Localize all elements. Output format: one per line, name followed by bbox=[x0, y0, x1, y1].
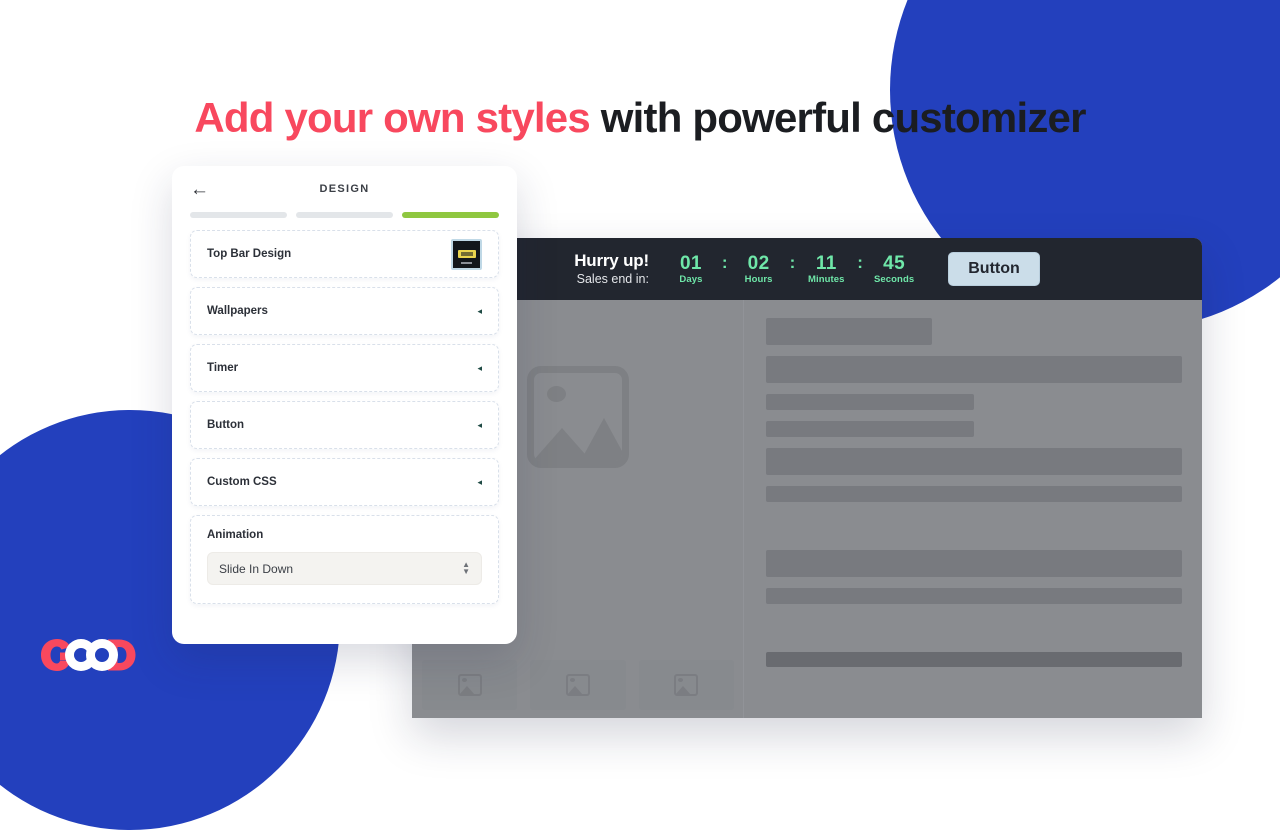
countdown-cta-button[interactable]: Button bbox=[948, 252, 1040, 286]
countdown-unit-hours: 02 Hours bbox=[739, 253, 779, 286]
countdown-units: 01 Days : 02 Hours : 11 Minutes : 45 Sec… bbox=[671, 253, 914, 286]
countdown-separator-1: : bbox=[721, 253, 728, 272]
progress-segment-1 bbox=[190, 212, 287, 218]
chevron-left-icon[interactable]: ◂ bbox=[477, 477, 482, 487]
accordion-label: Top Bar Design bbox=[207, 248, 292, 260]
skeleton-row bbox=[766, 588, 1182, 604]
panel-title: DESIGN bbox=[319, 183, 370, 195]
accordion-list: Top Bar Design Wallpapers ◂ Timer ◂ Butt… bbox=[172, 230, 517, 644]
chevron-left-icon[interactable]: ◂ bbox=[477, 363, 482, 373]
accordion-label: Timer bbox=[207, 362, 239, 374]
skeleton-row bbox=[766, 448, 1182, 475]
skeleton-row bbox=[766, 486, 1182, 502]
skeleton-row bbox=[766, 356, 1182, 383]
mock-right-column bbox=[744, 300, 1202, 718]
image-thumbnail-icon bbox=[674, 674, 699, 696]
progress-segment-3 bbox=[402, 212, 499, 218]
accordion-item-wallpapers[interactable]: Wallpapers ◂ bbox=[190, 287, 499, 335]
countdown-bar: Hurry up! Sales end in: 01 Days : 02 Hou… bbox=[412, 238, 1202, 300]
countdown-value-days: 01 bbox=[679, 252, 702, 274]
mock-thumbnail[interactable] bbox=[530, 660, 626, 710]
countdown-label-days: Days bbox=[679, 274, 703, 286]
accordion-item-button[interactable]: Button ◂ bbox=[190, 401, 499, 449]
countdown-unit-minutes: 11 Minutes bbox=[806, 253, 846, 286]
skeleton-row bbox=[766, 550, 1182, 577]
countdown-value-hours: 02 bbox=[747, 252, 770, 274]
countdown-value-minutes: 11 bbox=[815, 252, 837, 274]
mock-thumbnail-strip bbox=[412, 652, 744, 718]
skeleton-row bbox=[766, 652, 1182, 667]
skeleton-row bbox=[766, 394, 974, 410]
image-thumbnail-icon bbox=[565, 674, 590, 696]
countdown-subtitle: Sales end in: bbox=[576, 271, 649, 286]
top-bar-design-swatch-icon[interactable] bbox=[451, 238, 482, 270]
accordion-item-top-bar-design[interactable]: Top Bar Design bbox=[190, 230, 499, 278]
countdown-heading: Hurry up! Sales end in: bbox=[574, 251, 649, 287]
mock-thumbnail[interactable] bbox=[638, 660, 734, 710]
countdown-label-minutes: Minutes bbox=[807, 274, 845, 286]
countdown-title: Hurry up! bbox=[574, 251, 649, 270]
arrow-left-icon[interactable]: ← bbox=[190, 180, 212, 199]
image-placeholder-icon bbox=[526, 366, 629, 468]
accordion-item-custom-css[interactable]: Custom CSS ◂ bbox=[190, 458, 499, 506]
image-placeholder-mountain-right bbox=[579, 418, 622, 461]
accordion-label: Wallpapers bbox=[207, 305, 268, 317]
website-preview-mock: Hurry up! Sales end in: 01 Days : 02 Hou… bbox=[412, 238, 1202, 718]
countdown-unit-days: 01 Days bbox=[671, 253, 711, 286]
accordion-item-animation: Animation Slide In Down ▲ ▼ bbox=[190, 515, 499, 604]
animation-selected-value: Slide In Down bbox=[219, 561, 294, 576]
animation-select[interactable]: Slide In Down ▲ ▼ bbox=[207, 552, 482, 585]
countdown-label-seconds: Seconds bbox=[873, 274, 915, 286]
countdown-separator-2: : bbox=[789, 253, 796, 272]
chevron-left-icon[interactable]: ◂ bbox=[477, 420, 482, 430]
page-title: Add your own styles with powerful custom… bbox=[0, 90, 1280, 146]
brand-logo bbox=[41, 639, 136, 671]
accordion-label: Button bbox=[207, 419, 245, 431]
countdown-unit-seconds: 45 Seconds bbox=[874, 253, 914, 286]
step-progress-bar bbox=[172, 212, 517, 230]
countdown-label-hours: Hours bbox=[744, 274, 773, 286]
headline-rest: with powerful customizer bbox=[589, 94, 1087, 142]
stepper-arrows-icon[interactable]: ▲ ▼ bbox=[462, 560, 470, 576]
skeleton-row bbox=[766, 318, 933, 345]
stepper-down-icon: ▼ bbox=[462, 566, 470, 576]
skeleton-row bbox=[766, 421, 974, 437]
animation-label: Animation bbox=[207, 529, 264, 541]
accordion-item-timer[interactable]: Timer ◂ bbox=[190, 344, 499, 392]
countdown-separator-3: : bbox=[857, 253, 863, 272]
image-placeholder-sun bbox=[546, 386, 566, 402]
countdown-value-seconds: 45 bbox=[883, 252, 906, 274]
panel-header: ← DESIGN bbox=[172, 166, 517, 212]
accordion-label: Custom CSS bbox=[207, 476, 277, 488]
chevron-left-icon[interactable]: ◂ bbox=[477, 306, 482, 316]
mock-thumbnail[interactable] bbox=[422, 660, 518, 710]
progress-segment-2 bbox=[296, 212, 393, 218]
image-thumbnail-icon bbox=[457, 674, 482, 696]
headline-accent: Add your own styles bbox=[194, 94, 590, 142]
customizer-panel: ← DESIGN Top Bar Design Wallpapers ◂ Tim… bbox=[172, 166, 517, 644]
